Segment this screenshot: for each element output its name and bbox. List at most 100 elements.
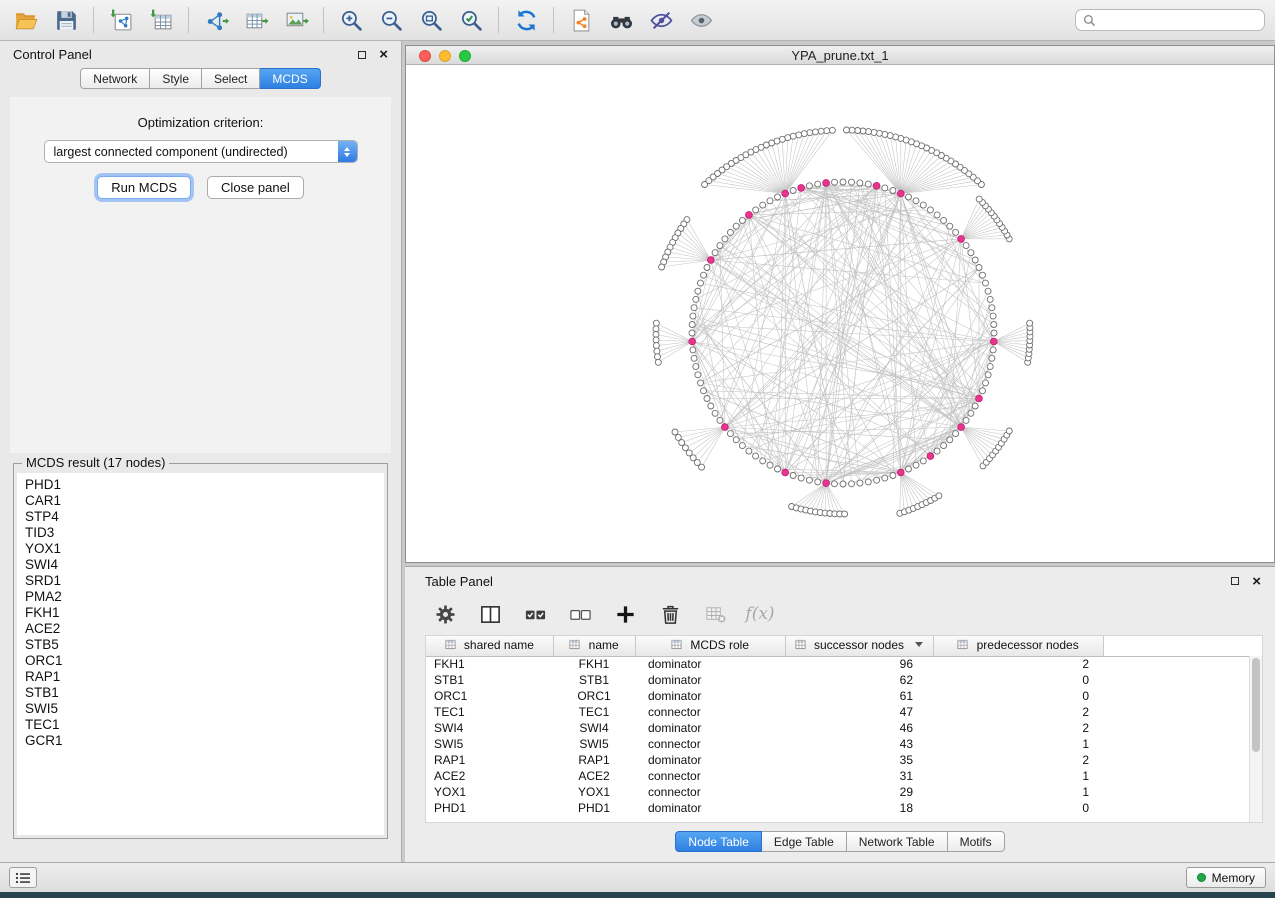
column-header-shared-name[interactable]: shared name <box>426 636 553 656</box>
network-window-titlebar[interactable]: YPA_prune.txt_1 <box>406 46 1274 65</box>
desktop-background <box>0 892 1275 898</box>
column-header-successor-nodes[interactable]: successor nodes <box>785 636 933 656</box>
tab-mcds[interactable]: MCDS <box>260 68 320 89</box>
close-panel-button[interactable]: Close panel <box>207 176 304 199</box>
list-item[interactable]: STB5 <box>25 637 384 653</box>
close-panel-icon[interactable]: × <box>379 47 388 62</box>
float-panel-icon[interactable] <box>1231 577 1239 585</box>
table-row[interactable]: SWI5SWI5connector 431 <box>426 736 1262 752</box>
mcds-result-list: PHD1CAR1STP4TID3YOX1SWI4SRD1PMA2FKH1ACE2… <box>17 473 384 835</box>
list-item[interactable]: CAR1 <box>25 493 384 509</box>
list-item[interactable]: ORC1 <box>25 653 384 669</box>
window-close-icon[interactable] <box>419 50 431 62</box>
list-item[interactable]: STB1 <box>25 685 384 701</box>
share-document-button[interactable] <box>561 3 601 37</box>
table-row[interactable]: FKH1FKH1dominator 962 <box>426 656 1262 672</box>
list-item[interactable]: STP4 <box>25 509 384 525</box>
export-table-button[interactable] <box>236 3 276 37</box>
open-folder-icon <box>14 8 39 33</box>
scrollbar-thumb[interactable] <box>1252 658 1260 752</box>
show-columns-button[interactable] <box>476 600 504 628</box>
save-session-button[interactable] <box>46 3 86 37</box>
eye-icon <box>689 8 714 33</box>
table-row[interactable]: ACE2ACE2connector 311 <box>426 768 1262 784</box>
network-window: YPA_prune.txt_1 <box>405 45 1275 563</box>
search-input[interactable] <box>1101 13 1257 27</box>
list-item[interactable]: SRD1 <box>25 573 384 589</box>
zoom-in-button[interactable] <box>331 3 371 37</box>
task-history-button[interactable] <box>9 867 37 888</box>
column-header-predecessor-nodes[interactable]: predecessor nodes <box>933 636 1103 656</box>
column-type-icon <box>445 639 456 653</box>
list-item[interactable]: RAP1 <box>25 669 384 685</box>
toolbar-separator <box>188 7 189 33</box>
table-row[interactable]: SWI4SWI4dominator 462 <box>426 720 1262 736</box>
create-column-button[interactable] <box>611 600 639 628</box>
tab-network[interactable]: Network <box>80 68 150 89</box>
show-all-button[interactable] <box>681 3 721 37</box>
column-header-name[interactable]: name <box>553 636 635 656</box>
export-network-button[interactable] <box>196 3 236 37</box>
tab-node-table[interactable]: Node Table <box>675 831 762 852</box>
tab-select[interactable]: Select <box>202 68 260 89</box>
column-header-mcds-role[interactable]: MCDS role <box>635 636 785 656</box>
optimization-select[interactable]: largest connected component (undirected) <box>44 140 358 163</box>
find-in-network-button[interactable] <box>601 3 641 37</box>
zoom-fit-button[interactable] <box>411 3 451 37</box>
deselect-all-columns-button[interactable] <box>566 600 594 628</box>
table-panel: Table Panel × <box>405 566 1275 862</box>
float-panel-icon[interactable] <box>358 51 366 59</box>
deselect-all-icon <box>569 603 592 626</box>
run-mcds-button[interactable]: Run MCDS <box>97 176 191 199</box>
import-network-button[interactable] <box>101 3 141 37</box>
tab-style[interactable]: Style <box>150 68 202 89</box>
list-item[interactable]: PMA2 <box>25 589 384 605</box>
memory-status-icon <box>1197 873 1206 882</box>
zoom-out-button[interactable] <box>371 3 411 37</box>
tab-motifs[interactable]: Motifs <box>948 831 1005 852</box>
export-image-button[interactable] <box>276 3 316 37</box>
select-stepper-icon <box>338 141 357 162</box>
open-file-button[interactable] <box>6 3 46 37</box>
zoom-fit-icon <box>419 8 444 33</box>
table-row[interactable]: STB1STB1dominator 620 <box>426 672 1262 688</box>
table-scrollbar[interactable] <box>1249 656 1262 822</box>
select-all-columns-button[interactable] <box>521 600 549 628</box>
node-table: shared name name MCDS role <box>425 635 1263 823</box>
network-canvas[interactable] <box>406 65 1274 562</box>
mcds-result-title: MCDS result (17 nodes) <box>22 455 169 470</box>
control-panel: Control Panel × Network Style Select MCD… <box>0 41 402 862</box>
table-row[interactable]: ORC1ORC1dominator 610 <box>426 688 1262 704</box>
list-item[interactable]: FKH1 <box>25 605 384 621</box>
eye-slash-icon <box>649 8 674 33</box>
control-panel-header: Control Panel × <box>0 41 401 68</box>
column-type-icon <box>957 639 968 653</box>
zoom-in-icon <box>339 8 364 33</box>
list-item[interactable]: PHD1 <box>25 477 384 493</box>
window-maximize-icon[interactable] <box>459 50 471 62</box>
zoom-selected-button[interactable] <box>451 3 491 37</box>
list-item[interactable]: TEC1 <box>25 717 384 733</box>
table-row[interactable]: TEC1TEC1connector 472 <box>426 704 1262 720</box>
list-item[interactable]: TID3 <box>25 525 384 541</box>
tab-edge-table[interactable]: Edge Table <box>762 831 847 852</box>
table-row[interactable]: YOX1YOX1connector 291 <box>426 784 1262 800</box>
list-item[interactable]: GCR1 <box>25 733 384 749</box>
window-minimize-icon[interactable] <box>439 50 451 62</box>
close-panel-icon[interactable]: × <box>1252 574 1261 589</box>
clear-table-icon <box>704 603 727 626</box>
table-row[interactable]: PHD1PHD1dominator 180 <box>426 800 1262 816</box>
list-item[interactable]: SWI4 <box>25 557 384 573</box>
table-row[interactable]: RAP1RAP1dominator 352 <box>426 752 1262 768</box>
import-table-button[interactable] <box>141 3 181 37</box>
table-options-button[interactable] <box>431 600 459 628</box>
hide-selected-button[interactable] <box>641 3 681 37</box>
list-item[interactable]: YOX1 <box>25 541 384 557</box>
list-item[interactable]: ACE2 <box>25 621 384 637</box>
gear-icon <box>434 603 457 626</box>
delete-column-button[interactable] <box>656 600 684 628</box>
tab-network-table[interactable]: Network Table <box>847 831 948 852</box>
memory-button[interactable]: Memory <box>1186 867 1266 888</box>
list-item[interactable]: SWI5 <box>25 701 384 717</box>
apply-layout-button[interactable] <box>506 3 546 37</box>
